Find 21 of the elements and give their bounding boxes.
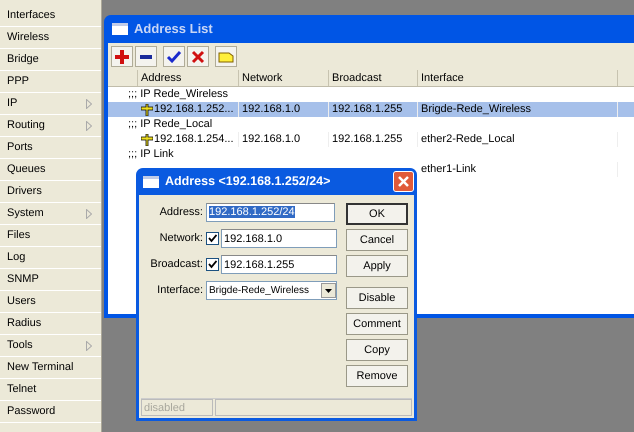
- comment-row-text: ;;; IP Rede_Wireless: [127, 87, 228, 102]
- field-label: Interface:: [156, 283, 204, 298]
- table-cell: ether2-Rede_Local: [421, 132, 515, 147]
- field-label: Address:: [158, 205, 204, 220]
- comment-row-text: ;;; IP Link: [127, 147, 174, 162]
- dropdown-value: Brigde-Rede_Wireless: [209, 284, 310, 298]
- table-cell: 192.168.1.0: [242, 102, 300, 117]
- table-cell: 192.168.1.252...: [154, 102, 234, 117]
- selected-text: 192.168.1.252/24: [209, 206, 295, 218]
- status-text: disabled: [141, 399, 213, 416]
- comment-row-text: ;;; IP Rede_Local: [127, 117, 212, 132]
- table-cell: 192.168.1.255: [332, 102, 402, 117]
- field-label: Network:: [158, 231, 204, 246]
- field-label: Broadcast:: [149, 257, 204, 272]
- table-cell: 192.168.1.0: [242, 132, 300, 147]
- table-cell: 192.168.1.255: [332, 132, 402, 147]
- table-cell: 192.168.1.254...: [154, 132, 234, 147]
- table-cell: ether1-Link: [421, 162, 476, 177]
- window-title: Address List: [134, 20, 213, 38]
- table-cell: Brigde-Rede_Wireless: [421, 102, 532, 117]
- dialog-title: Address <192.168.1.252/24>: [165, 173, 330, 190]
